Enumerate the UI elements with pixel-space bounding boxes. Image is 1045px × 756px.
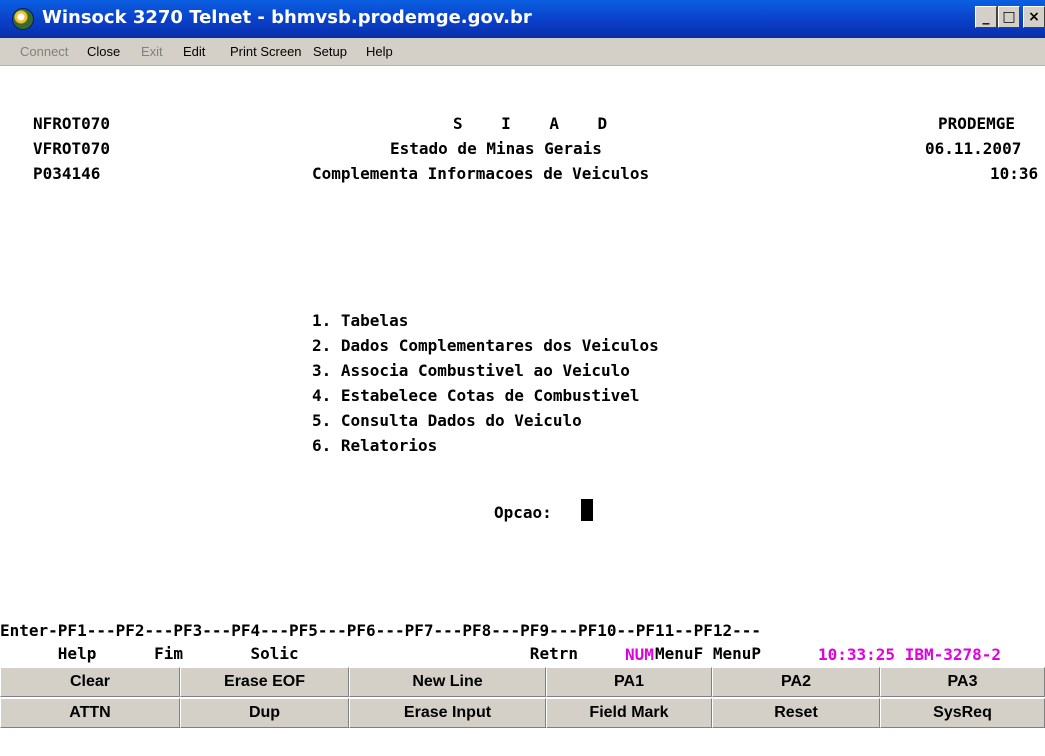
menu-edit[interactable]: Edit xyxy=(183,44,205,59)
menu-setup[interactable]: Setup xyxy=(313,44,347,59)
terminal-screen[interactable]: NFROT070 VFROT070 P034146 S I A D Estado… xyxy=(0,66,1045,668)
menu-close[interactable]: Close xyxy=(87,44,120,59)
keypad-row-2: ATTN Dup Erase Input Field Mark Reset Sy… xyxy=(0,698,1045,728)
option-3: 3. Associa Combustivel ao Veiculo xyxy=(312,361,630,380)
current-date: 06.11.2007 xyxy=(925,139,1022,158)
option-5: 5. Consulta Dados do Veiculo xyxy=(312,411,582,430)
option-prompt-label: Opcao: xyxy=(494,503,552,522)
program-id-1: NFROT070 xyxy=(33,114,111,133)
minimize-button[interactable]: _ xyxy=(975,6,997,28)
pa2-button[interactable]: PA2 xyxy=(712,667,880,697)
option-2: 2. Dados Complementares dos Veiculos xyxy=(312,336,659,355)
state-name: Estado de Minas Gerais xyxy=(390,139,602,158)
new-line-button[interactable]: New Line xyxy=(349,667,546,697)
org-name: PRODEMGE xyxy=(938,114,1016,133)
field-mark-button[interactable]: Field Mark xyxy=(546,698,712,728)
option-6: 6. Relatorios xyxy=(312,436,438,455)
option-4: 4. Estabelece Cotas de Combustivel xyxy=(312,386,640,405)
status-time-terminal-model: 10:33:25 IBM-3278-2 xyxy=(818,645,1002,664)
current-time: 10:36 xyxy=(990,164,1039,183)
clear-button[interactable]: Clear xyxy=(0,667,180,697)
dup-button[interactable]: Dup xyxy=(180,698,349,728)
pf-key-line: Enter-PF1---PF2---PF3---PF4---PF5---PF6-… xyxy=(0,621,761,640)
erase-input-button[interactable]: Erase Input xyxy=(349,698,546,728)
winsock-globe-icon[interactable] xyxy=(12,8,34,30)
menu-exit[interactable]: Exit xyxy=(141,44,163,59)
option-1: 1. Tabelas xyxy=(312,311,409,330)
attn-button[interactable]: ATTN xyxy=(0,698,180,728)
menu-bar: Connect Close Exit Edit Print Screen Set… xyxy=(0,38,1045,66)
system-name: S I A D xyxy=(453,114,608,133)
program-id-2: VFROT070 xyxy=(33,139,111,158)
window-titlebar[interactable]: Winsock 3270 Telnet - bhmvsb.prodemge.go… xyxy=(0,0,1045,38)
window-title: Winsock 3270 Telnet - bhmvsb.prodemge.go… xyxy=(42,7,532,28)
user-id: P034146 xyxy=(33,164,101,183)
screen-title: Complementa Informacoes de Veiculos xyxy=(312,164,650,183)
erase-eof-button[interactable]: Erase EOF xyxy=(180,667,349,697)
maximize-button[interactable]: □ xyxy=(998,6,1020,28)
pa1-button[interactable]: PA1 xyxy=(546,667,712,697)
num-lock-indicator: NUM xyxy=(625,645,654,664)
menu-help[interactable]: Help xyxy=(366,44,393,59)
pa3-button[interactable]: PA3 xyxy=(880,667,1045,697)
menu-connect[interactable]: Connect xyxy=(20,44,68,59)
sysreq-button[interactable]: SysReq xyxy=(880,698,1045,728)
reset-button[interactable]: Reset xyxy=(712,698,880,728)
keypad-row-1: Clear Erase EOF New Line PA1 PA2 PA3 xyxy=(0,667,1045,697)
menu-print-screen[interactable]: Print Screen xyxy=(230,44,302,59)
option-input-cursor[interactable] xyxy=(581,499,593,521)
close-button[interactable]: × xyxy=(1023,6,1045,28)
